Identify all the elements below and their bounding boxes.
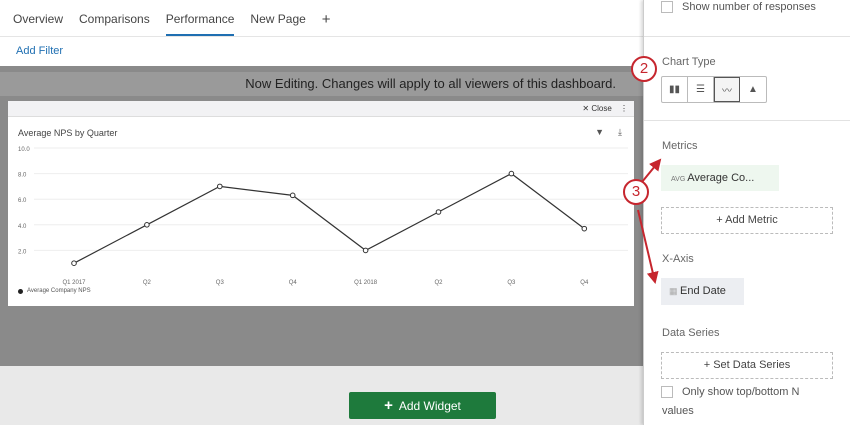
annotation-arrows bbox=[637, 158, 662, 284]
arrow-to-metrics bbox=[641, 158, 662, 183]
arrow-to-x-axis bbox=[637, 209, 659, 284]
